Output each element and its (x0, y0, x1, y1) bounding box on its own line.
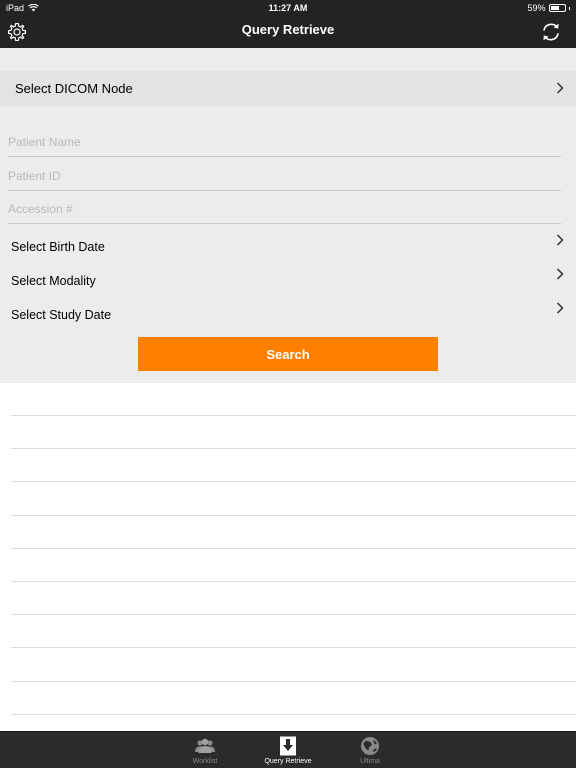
chevron-right-icon (556, 302, 564, 314)
users-icon (195, 738, 215, 753)
select-modality-row[interactable]: Select Modality (0, 266, 576, 296)
list-item[interactable] (11, 483, 576, 516)
tab-bar: Worklist Query Retrieve Ultima (0, 731, 576, 768)
tab-ultima-label: Ultima (360, 758, 380, 765)
list-item[interactable] (11, 383, 576, 416)
battery-tip (568, 6, 570, 10)
list-item[interactable] (11, 549, 576, 582)
tab-query-retrieve-label: Query Retrieve (264, 758, 312, 765)
dicom-node-label: Select DICOM Node (15, 81, 133, 96)
status-battery: 59% (527, 3, 570, 13)
battery-percent: 59% (527, 3, 546, 13)
refresh-button[interactable] (540, 21, 562, 43)
download-icon (280, 736, 296, 756)
query-retrieve-screen: iPad 11:27 AM 59% Query Retrieve Select … (0, 0, 576, 768)
tab-query-retrieve[interactable]: Query Retrieve (253, 732, 323, 768)
list-item[interactable] (11, 416, 576, 450)
tab-worklist[interactable]: Worklist (170, 732, 240, 768)
birth-date-label: Select Birth Date (11, 240, 105, 254)
list-item[interactable] (11, 649, 576, 682)
select-dicom-node-row[interactable]: Select DICOM Node (0, 71, 576, 106)
patient-id-input[interactable] (8, 161, 561, 191)
chevron-right-icon (556, 82, 564, 94)
search-button[interactable]: Search (138, 337, 438, 371)
list-item[interactable] (11, 516, 576, 549)
list-item[interactable] (11, 449, 576, 483)
accession-input[interactable] (8, 194, 561, 224)
tab-ultima[interactable]: Ultima (335, 732, 405, 768)
list-item[interactable] (11, 682, 576, 715)
modality-label: Select Modality (11, 274, 96, 288)
query-form: Select DICOM Node Select Birth Date Sele… (0, 48, 576, 383)
page-title: Query Retrieve (241, 22, 335, 37)
list-item[interactable] (11, 582, 576, 616)
select-birth-date-row[interactable]: Select Birth Date (0, 232, 576, 262)
refresh-icon (543, 23, 559, 41)
study-date-label: Select Study Date (11, 308, 112, 322)
battery-icon (548, 4, 566, 12)
globe-icon (361, 737, 379, 755)
tab-worklist-label: Worklist (192, 758, 218, 765)
status-time: 11:27 AM (268, 3, 308, 13)
chevron-right-icon (556, 234, 564, 246)
header: iPad 11:27 AM 59% Query Retrieve (0, 0, 576, 48)
results-list[interactable] (0, 383, 576, 731)
list-item[interactable] (11, 615, 576, 649)
chevron-right-icon (556, 268, 564, 280)
select-study-date-row[interactable]: Select Study Date (0, 300, 576, 330)
patient-name-input[interactable] (8, 127, 561, 157)
status-bar: iPad 11:27 AM 59% (0, 0, 576, 16)
battery-fill (550, 6, 559, 10)
